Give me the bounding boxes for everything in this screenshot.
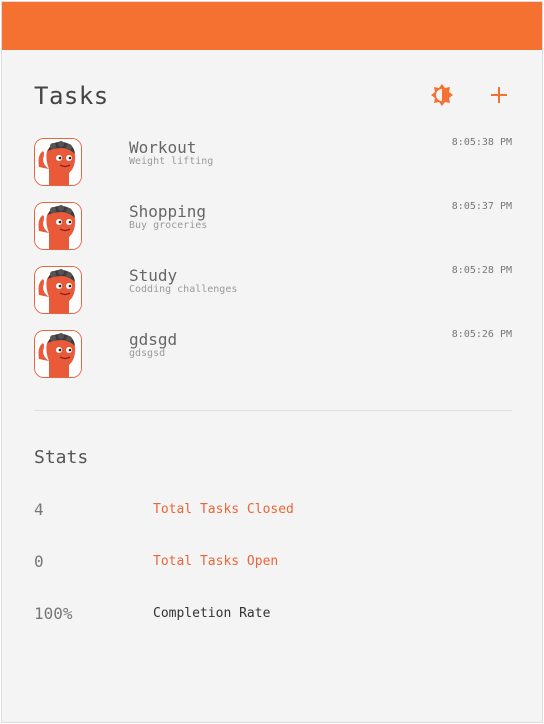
divider (34, 410, 512, 411)
task-title: Workout (129, 138, 197, 157)
task-title: Study (129, 266, 178, 285)
stat-value: 0 (34, 552, 44, 571)
task-item[interactable]: gdsgd gdsgsd 8:05:26 PM (34, 328, 512, 392)
task-item[interactable]: Study Codding challenges 8:05:28 PM (34, 264, 512, 328)
task-subtitle: Buy groceries (129, 220, 208, 231)
stats-title: Stats (34, 447, 89, 468)
plus-icon (491, 87, 507, 103)
task-timestamp: 8:05:37 PM (451, 201, 512, 212)
task-timestamp: 8:05:26 PM (451, 329, 512, 340)
avatar (34, 266, 82, 314)
stat-row-closed: 4 Total Tasks Closed (34, 500, 512, 524)
stat-label: Total Tasks Closed (153, 502, 294, 517)
avatar (34, 202, 82, 250)
avatar (34, 138, 82, 186)
task-item[interactable]: Shopping Buy groceries 8:05:37 PM (34, 200, 512, 264)
task-subtitle: Codding challenges (129, 284, 238, 295)
avatar (34, 330, 82, 378)
stat-label: Completion Rate (153, 606, 271, 621)
add-task-button[interactable] (486, 82, 512, 108)
top-bar (2, 2, 542, 50)
task-timestamp: 8:05:28 PM (451, 265, 512, 276)
stat-value: 4 (34, 500, 44, 519)
stat-value: 100% (34, 604, 73, 623)
task-timestamp: 8:05:38 PM (451, 137, 512, 148)
task-list: Workout Weight lifting 8:05:38 PM Shoppi… (34, 136, 512, 392)
task-subtitle: gdsgsd (129, 348, 166, 359)
stat-row-completion: 100% Completion Rate (34, 604, 512, 628)
stat-label: Total Tasks Open (153, 554, 279, 569)
stat-row-open: 0 Total Tasks Open (34, 552, 512, 576)
brightness-icon[interactable] (429, 82, 455, 108)
task-title: Shopping (129, 202, 207, 221)
task-item[interactable]: Workout Weight lifting 8:05:38 PM (34, 136, 512, 200)
app-card: Tasks Workout Weight lifting 8:05:38 PM … (1, 1, 543, 723)
task-subtitle: Weight lifting (129, 156, 214, 167)
page-title: Tasks (34, 82, 109, 110)
task-title: gdsgd (129, 330, 178, 349)
